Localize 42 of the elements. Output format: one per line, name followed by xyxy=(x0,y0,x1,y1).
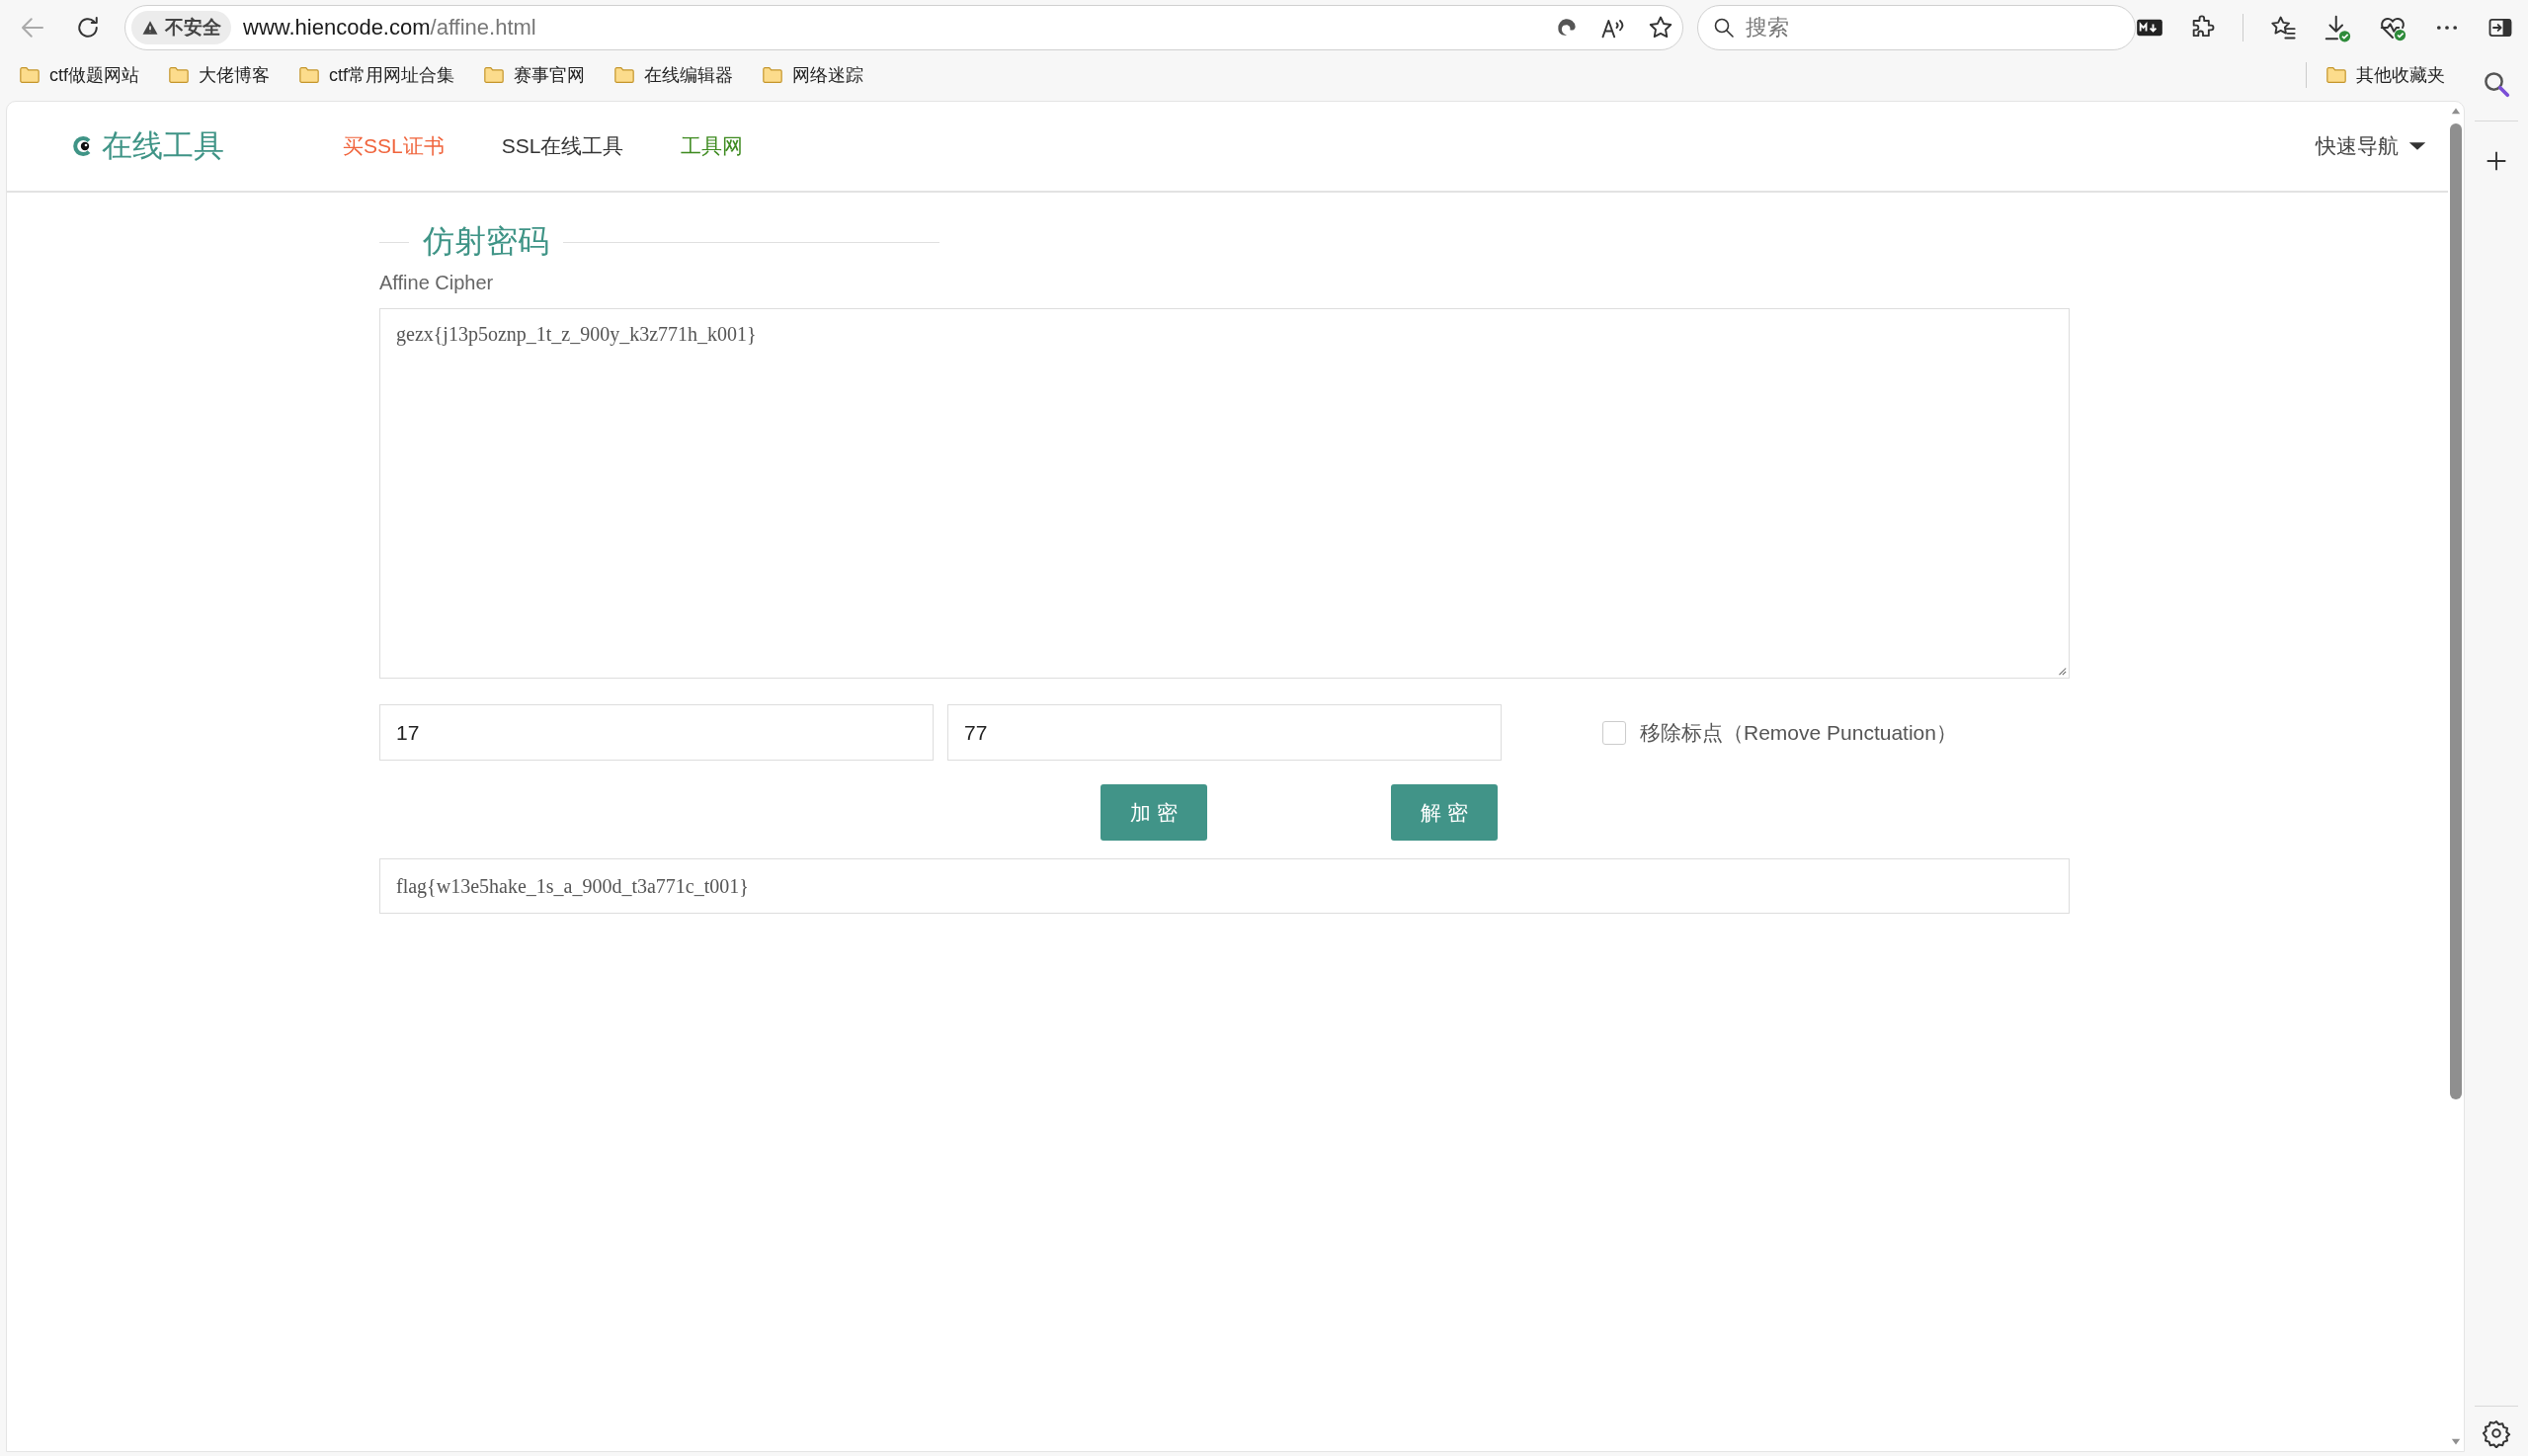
output-field[interactable]: flag{w13e5hake_1s_a_900d_t3a771c_t001} xyxy=(379,858,2070,914)
bookmark-item[interactable]: 网络迷踪 xyxy=(759,61,866,89)
warning-icon xyxy=(141,19,159,37)
bookmark-item[interactable]: ctf常用网址合集 xyxy=(295,61,457,89)
folder-icon xyxy=(2324,64,2348,86)
nav-link[interactable]: SSL在线工具 xyxy=(501,132,624,160)
checkbox[interactable] xyxy=(1602,720,1626,745)
key-a-field[interactable]: 17 xyxy=(379,704,934,761)
bookmark-item[interactable]: ctf做题网站 xyxy=(16,61,141,89)
url-text[interactable]: www.hiencode.com/affine.html xyxy=(243,15,1554,40)
key-b-field[interactable]: 77 xyxy=(947,704,1502,761)
decrypt-button[interactable]: 解 密 xyxy=(1391,784,1498,841)
folder-icon xyxy=(482,64,507,86)
page-title: 仿射密码 xyxy=(423,222,549,261)
nav-link[interactable]: 工具网 xyxy=(681,132,744,160)
folder-icon xyxy=(18,64,41,86)
page-subtitle: Affine Cipher xyxy=(379,272,495,294)
input-textarea[interactable]: gezx{j13p5oznp_1t_z_900y_k3z771h_k001} xyxy=(379,308,2070,679)
settings-icon[interactable] xyxy=(2482,1418,2511,1448)
folder-icon xyxy=(761,64,785,86)
folder-icon xyxy=(612,64,637,86)
bookmark-item[interactable]: 大佬博客 xyxy=(165,61,272,89)
site-logo[interactable]: 在线工具 xyxy=(72,125,224,167)
caret-down-icon xyxy=(2408,140,2426,152)
search-icon xyxy=(1712,16,1736,40)
encrypt-button[interactable]: 加 密 xyxy=(1101,784,1207,841)
bookmark-item[interactable]: 赛事官网 xyxy=(480,61,588,89)
bookmark-item[interactable]: 在线编辑器 xyxy=(611,61,736,89)
bookmark-item[interactable]: 其他收藏夹 xyxy=(2323,61,2447,89)
quick-nav-menu[interactable]: 快速导航 xyxy=(2316,132,2426,160)
resize-handle-icon[interactable] xyxy=(2057,666,2067,676)
checkbox-label[interactable]: 移除标点（Remove Punctuation） xyxy=(1640,718,1957,747)
security-indicator[interactable]: 不安全 xyxy=(131,11,231,44)
folder-icon xyxy=(167,64,191,86)
download-icon[interactable] xyxy=(2323,13,2352,42)
favorites-icon[interactable] xyxy=(2269,14,2297,41)
address-bar[interactable]: 不安全 www.hiencode.com/affine.html xyxy=(124,5,1683,50)
search-field[interactable]: 搜索 xyxy=(1697,5,2136,50)
folder-icon xyxy=(297,64,321,86)
scroll-down-icon[interactable] xyxy=(2450,1437,2462,1447)
scroll-up-icon[interactable] xyxy=(2450,106,2462,116)
search-icon[interactable] xyxy=(2482,69,2511,99)
